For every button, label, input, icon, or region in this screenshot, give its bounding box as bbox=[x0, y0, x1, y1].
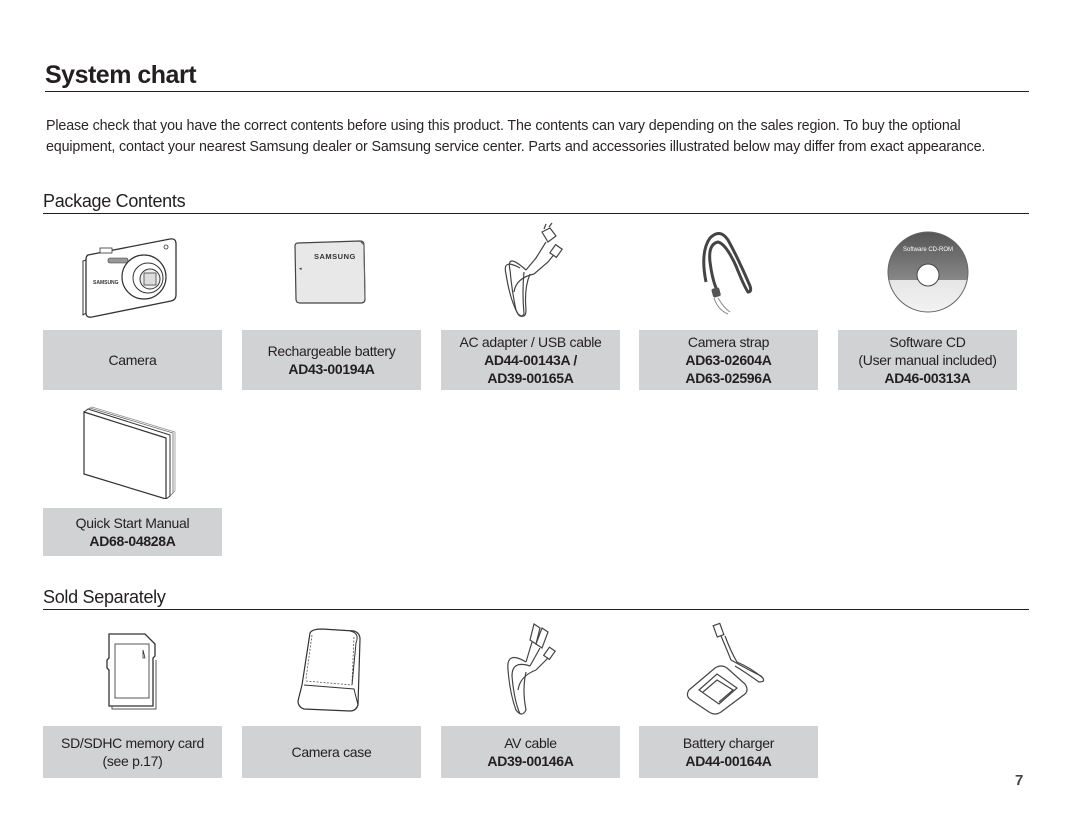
item-software-cd: Software CD-ROM Software CD (User manual… bbox=[838, 222, 1017, 390]
part-number: AD63-02596A bbox=[685, 370, 772, 386]
item-battery-charger: Battery charger AD44-00164A bbox=[639, 620, 818, 778]
camera-icon: SAMSUNG bbox=[82, 237, 177, 318]
camera-case-icon bbox=[296, 628, 361, 712]
software-cd-icon: Software CD-ROM bbox=[887, 231, 968, 313]
item-rechargeable-battery: SAMSUNG ◂ Rechargeable battery AD43-0019… bbox=[242, 222, 421, 390]
item-label: SD/SDHC memory card (see p.17) bbox=[43, 726, 222, 778]
item-camera-strap: Camera strap AD63-02604A AD63-02596A bbox=[639, 222, 818, 390]
svg-text:Software CD-ROM: Software CD-ROM bbox=[902, 247, 952, 253]
manual-icon bbox=[82, 406, 175, 499]
battery-charger-icon bbox=[686, 622, 764, 715]
item-quick-start-manual: Quick Start Manual AD68-04828A bbox=[43, 400, 222, 556]
item-name: Software CD bbox=[889, 334, 966, 350]
item-ac-adapter-usb-cable: AC adapter / USB cable AD44-00143A / AD3… bbox=[441, 222, 620, 390]
item-label: Camera bbox=[43, 330, 222, 390]
item-camera: SAMSUNG Camera bbox=[43, 222, 222, 390]
item-camera-case: Camera case bbox=[242, 620, 421, 778]
part-number: AD63-02604A bbox=[685, 352, 772, 368]
item-label: Rechargeable battery AD43-00194A bbox=[242, 330, 421, 390]
item-label: Quick Start Manual AD68-04828A bbox=[43, 508, 222, 556]
item-name: Battery charger bbox=[682, 735, 775, 751]
ac-adapter-usb-cable-icon bbox=[504, 222, 563, 317]
item-label: Camera strap AD63-02604A AD63-02596A bbox=[639, 330, 818, 390]
sold-separately-heading: Sold Separately bbox=[43, 586, 1029, 610]
item-name: Camera bbox=[108, 352, 157, 368]
package-contents-heading: Package Contents bbox=[43, 190, 1029, 214]
part-number: AD44-00143A / bbox=[484, 352, 577, 368]
item-av-cable: AV cable AD39-00146A bbox=[441, 620, 620, 778]
item-note: (User manual included) bbox=[858, 352, 997, 368]
battery-icon: SAMSUNG ◂ bbox=[293, 240, 366, 304]
item-name: Rechargeable battery bbox=[267, 343, 396, 359]
memory-card-icon bbox=[105, 633, 156, 710]
svg-text:SAMSUNG: SAMSUNG bbox=[93, 280, 119, 286]
av-cable-icon bbox=[506, 623, 556, 715]
item-name: AV cable bbox=[504, 735, 557, 751]
item-name: SD/SDHC memory card bbox=[61, 735, 204, 751]
item-name: AC adapter / USB cable bbox=[459, 334, 602, 350]
part-number: AD43-00194A bbox=[288, 361, 375, 377]
item-label: Software CD (User manual included) AD46-… bbox=[838, 330, 1017, 390]
item-label: Camera case bbox=[242, 726, 421, 778]
intro-paragraph: Please check that you have the correct c… bbox=[46, 118, 986, 155]
item-name: Camera case bbox=[291, 744, 372, 760]
item-label: Battery charger AD44-00164A bbox=[639, 726, 818, 778]
part-number: AD46-00313A bbox=[884, 370, 971, 386]
item-sd-card: SD/SDHC memory card (see p.17) bbox=[43, 620, 222, 778]
item-label: AV cable AD39-00146A bbox=[441, 726, 620, 778]
part-number: AD39-00165A bbox=[487, 370, 574, 386]
page-number: 7 bbox=[1015, 772, 1024, 789]
item-name: Camera strap bbox=[687, 334, 770, 350]
camera-strap-icon bbox=[701, 232, 752, 315]
part-number: AD44-00164A bbox=[685, 753, 772, 769]
part-number: AD39-00146A bbox=[487, 753, 574, 769]
item-label: AC adapter / USB cable AD44-00143A / AD3… bbox=[441, 330, 620, 390]
page-title: System chart bbox=[45, 60, 1029, 92]
part-number: AD68-04828A bbox=[89, 533, 176, 549]
svg-text:SAMSUNG: SAMSUNG bbox=[314, 252, 356, 261]
item-note: (see p.17) bbox=[102, 753, 163, 769]
item-name: Quick Start Manual bbox=[75, 515, 190, 531]
